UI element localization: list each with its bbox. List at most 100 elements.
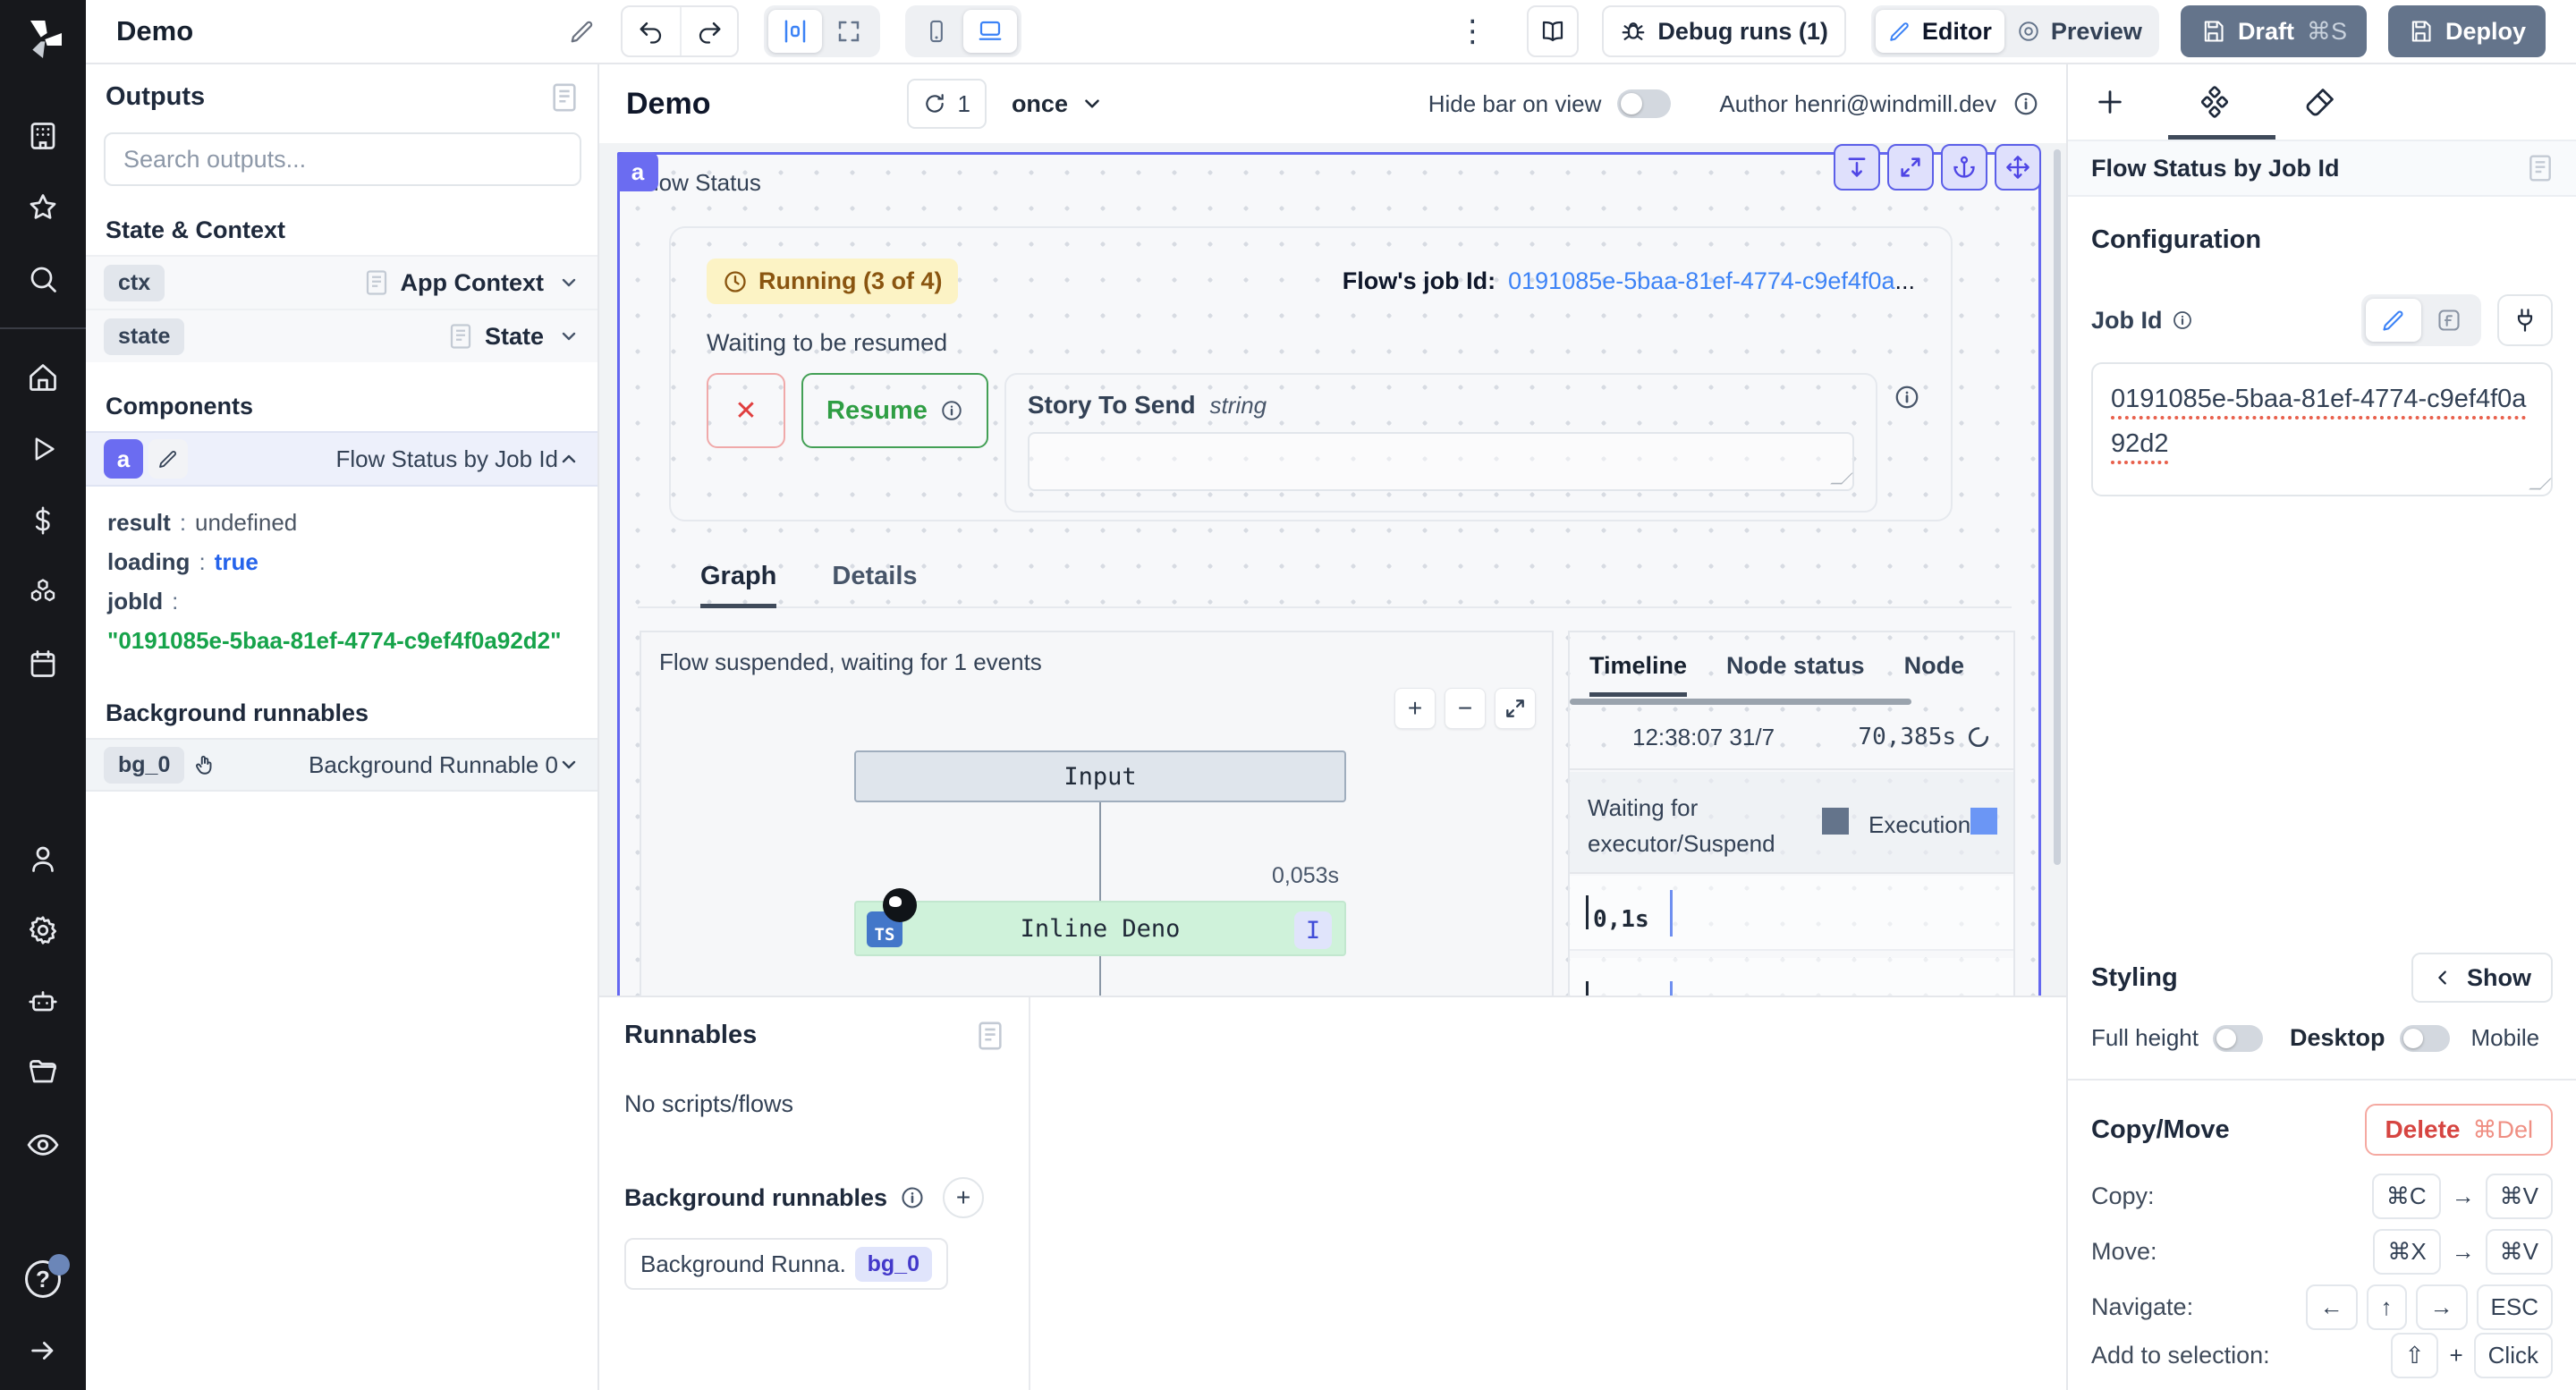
kbd-cmd-c: ⌘C (2372, 1174, 2441, 1219)
settings-gear-icon[interactable] (25, 912, 61, 948)
resources-cubes-icon[interactable] (25, 574, 61, 610)
move-icon[interactable] (1995, 144, 2041, 191)
outputs-panel: Outputs State & Context ctx App Context … (86, 64, 599, 1390)
kbd-cmd-x: ⌘X (2373, 1229, 2440, 1275)
audit-eye-icon[interactable] (25, 1127, 61, 1163)
undo-button[interactable] (623, 7, 680, 55)
star-icon[interactable] (25, 190, 61, 225)
component-a-row[interactable]: a Flow Status by Job Id (86, 431, 597, 487)
expand-icon[interactable] (1887, 144, 1934, 191)
fit-view-icon[interactable] (1495, 688, 1536, 729)
chevron-down-icon[interactable] (558, 754, 580, 776)
timeline-tabs-scrollbar[interactable] (1570, 699, 1911, 705)
debug-runs-button[interactable]: Debug runs (1) (1602, 5, 1846, 57)
bg-runnable-row[interactable]: bg_0 Background Runnable 0 (86, 738, 597, 792)
runs-play-icon[interactable] (25, 431, 61, 467)
deploy-button[interactable]: Deploy (2388, 5, 2546, 57)
draft-button[interactable]: Draft⌘S (2181, 5, 2367, 57)
desktop-mobile-toggle[interactable] (2400, 1025, 2450, 1052)
job-id-textarea[interactable]: 0191085e-5baa-81ef-4774-c9ef4f0a92d2 (2091, 362, 2553, 496)
outputs-title: Outputs (106, 82, 205, 112)
docs-book-button[interactable] (1527, 5, 1579, 57)
tab-graph[interactable]: Graph (700, 562, 776, 608)
tab-timeline[interactable]: Timeline (1589, 652, 1687, 697)
fullscreen-button[interactable] (822, 10, 876, 53)
variables-dollar-icon[interactable] (25, 503, 61, 538)
styling-heading: Styling (2091, 963, 2178, 993)
help-icon[interactable]: ? (25, 1261, 61, 1297)
info-icon[interactable] (1894, 384, 1920, 411)
state-row[interactable]: state State (86, 309, 597, 362)
story-field-group: Story To Send string (1004, 373, 1877, 513)
canvas-scrollbar[interactable] (2054, 149, 2061, 865)
center-content-button[interactable] (768, 10, 822, 53)
component-settings-tab-icon[interactable] (2199, 86, 2231, 118)
folder-icon[interactable] (25, 1055, 61, 1091)
bg-runnable-name: Background Runnable 0 (309, 751, 558, 779)
ctx-row[interactable]: ctx App Context (86, 255, 597, 309)
search-icon[interactable] (25, 261, 61, 297)
tab-node-status[interactable]: Node status (1726, 652, 1865, 697)
home-icon[interactable] (25, 360, 61, 395)
canvas-board[interactable]: a Flow Status Runni (599, 143, 2066, 996)
flow-graph-panel[interactable]: Flow suspended, waiting for 1 events + −… (640, 631, 1554, 996)
zoom-in-icon[interactable]: + (1394, 688, 1436, 729)
runnables-panel: Runnables No scripts/flows Background ru… (599, 997, 1030, 1390)
zoom-out-icon[interactable]: − (1445, 688, 1486, 729)
doc-icon[interactable] (2528, 154, 2553, 182)
hide-bar-label: Hide bar on view (1428, 90, 1602, 118)
info-icon[interactable] (900, 1185, 925, 1210)
author-label: Author henri@windmill.dev (1719, 90, 1996, 118)
static-input-pencil-icon[interactable] (2366, 299, 2421, 342)
full-height-toggle[interactable] (2213, 1025, 2263, 1052)
mobile-view-button[interactable] (910, 10, 963, 53)
tab-node[interactable]: Node (1904, 652, 1965, 697)
show-styling-button[interactable]: Show (2411, 953, 2553, 1003)
tab-preview[interactable]: Preview (2004, 10, 2155, 53)
workers-robot-icon[interactable] (25, 984, 61, 1020)
background-runnable-card[interactable]: Background Runna... bg_0 (624, 1238, 948, 1290)
resume-button[interactable]: Resume (801, 373, 988, 448)
chevron-up-icon[interactable] (558, 448, 580, 470)
move-shortcut-label: Move: (2091, 1238, 2157, 1266)
refresh-mode-dropdown[interactable]: once (1012, 90, 1104, 118)
component-a-badge: a (104, 439, 143, 479)
edit-component-pencil-icon[interactable] (148, 439, 188, 479)
connect-plug-icon[interactable] (2497, 294, 2553, 346)
story-textarea[interactable] (1028, 432, 1854, 491)
desktop-view-button[interactable] (963, 10, 1017, 53)
building-icon[interactable] (25, 118, 61, 154)
redo-button[interactable] (680, 7, 737, 55)
graph-node-input[interactable]: Input (854, 750, 1346, 802)
flow-status-component[interactable]: a Flow Status Runni (617, 152, 2041, 996)
rail-divider (0, 327, 86, 329)
windmill-logo[interactable] (18, 14, 68, 64)
search-outputs-input[interactable] (104, 132, 581, 186)
hide-bar-toggle[interactable] (1617, 89, 1671, 118)
schedules-calendar-icon[interactable] (25, 646, 61, 682)
tab-details[interactable]: Details (832, 562, 917, 608)
job-id-link[interactable]: 0191085e-5baa-81ef-4774-c9ef4f0a (1508, 267, 1894, 295)
collapse-arrow-icon[interactable] (25, 1333, 61, 1369)
cancel-button[interactable]: ✕ (707, 373, 785, 448)
chevron-down-icon[interactable] (558, 326, 580, 347)
graph-node-inline-deno[interactable]: TS Inline Deno I (854, 901, 1346, 956)
edit-title-pencil-icon[interactable] (569, 18, 596, 45)
canvas-header: Demo 1 once Hide bar on view Author henr… (599, 64, 2066, 143)
chevron-down-icon[interactable] (558, 272, 580, 293)
doc-icon[interactable] (977, 1021, 1004, 1051)
info-icon[interactable] (2012, 90, 2039, 117)
refresh-count-button[interactable]: 1 (907, 79, 986, 129)
tab-editor[interactable]: Editor (1876, 10, 2004, 53)
doc-icon[interactable] (551, 82, 578, 113)
expression-input-fx-icon[interactable] (2421, 299, 2477, 342)
delete-component-button[interactable]: Delete ⌘Del (2365, 1104, 2553, 1156)
fill-height-icon[interactable] (1834, 144, 1880, 191)
users-icon[interactable] (25, 841, 61, 877)
anchor-icon[interactable] (1941, 144, 1987, 191)
more-options-kebab-icon[interactable]: ⋮ (1441, 13, 1504, 49)
timeline-tabs: Timeline Node status Node (1570, 632, 2013, 697)
insert-component-tab-plus-icon[interactable] (2095, 87, 2125, 117)
styling-tab-brush-icon[interactable] (2304, 86, 2336, 118)
add-background-runnable-button[interactable]: + (943, 1177, 984, 1218)
